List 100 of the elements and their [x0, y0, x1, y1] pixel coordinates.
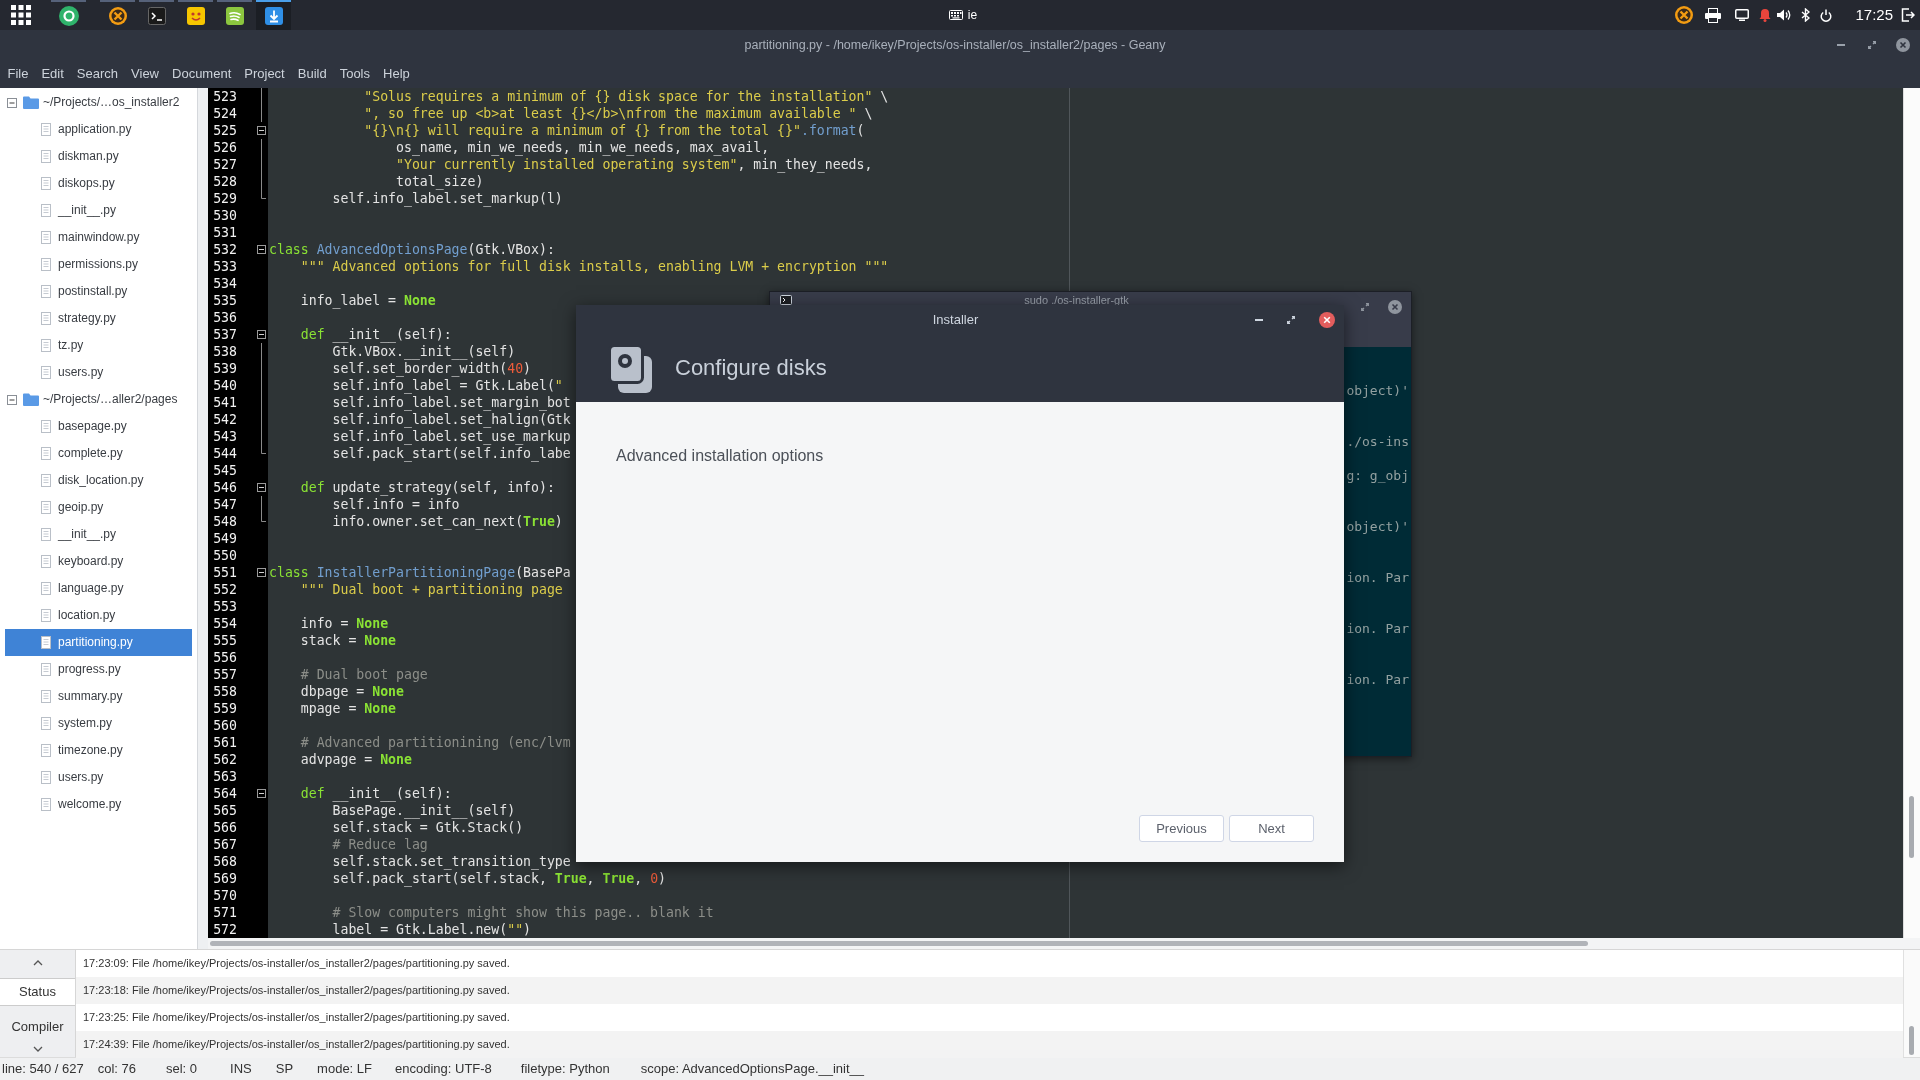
line-number: 572 [213, 921, 237, 938]
file-icon [41, 771, 51, 784]
file-icon [41, 501, 51, 514]
status-text: mode: LF [317, 1061, 372, 1077]
file-icon [41, 582, 51, 595]
file-tree-item[interactable]: language.py [5, 575, 192, 602]
file-tree-item[interactable]: summary.py [5, 683, 192, 710]
file-tree-item[interactable]: diskman.py [5, 143, 192, 170]
menu-item[interactable]: Edit [34, 66, 71, 82]
fold-toggle-icon[interactable] [257, 330, 266, 339]
folder-tree-item[interactable]: ~/Projects/…aller2/pages [5, 386, 192, 413]
terminal-output-line: ion. Par [1346, 671, 1409, 688]
scrollbar-thumb[interactable] [1909, 796, 1914, 858]
file-tree-item[interactable]: __init__.py [5, 197, 192, 224]
code-line: dbpage = None [300, 684, 404, 699]
menu-item[interactable]: Project [237, 66, 292, 82]
dialog-button[interactable]: Next [1229, 815, 1314, 842]
cross-app-icon[interactable] [1675, 6, 1694, 24]
code-line: class AdvancedOptionsPage(Gtk.VBox): [269, 242, 555, 257]
bluetooth-icon[interactable] [1801, 8, 1811, 22]
dialog-button[interactable]: Previous [1139, 815, 1224, 842]
fold-toggle-icon[interactable] [257, 126, 266, 135]
code-line: """ Advanced options for full disk installs, enabling LVM + encryption """ [300, 259, 889, 274]
file-tree-item[interactable]: tz.py [5, 332, 192, 359]
folder-tree-item[interactable]: ~/Projects/…os_installer2 [5, 89, 192, 116]
printer-icon[interactable] [1705, 7, 1722, 23]
file-tree-item[interactable]: welcome.py [5, 791, 192, 818]
monitor-icon[interactable] [1735, 9, 1750, 21]
expander-icon[interactable] [7, 97, 17, 108]
menu-item[interactable]: Build [291, 66, 334, 82]
maximize-icon[interactable] [1287, 316, 1295, 324]
code-line: self.pack_start(self.stack, True, True, 0) [332, 871, 667, 886]
menu-item[interactable]: Search [70, 66, 125, 82]
file-tree-item[interactable]: users.py [5, 359, 192, 386]
menu-item[interactable]: File [1, 66, 35, 82]
file-icon [41, 366, 51, 379]
file-icon [41, 636, 51, 649]
code-line: mpage = None [300, 701, 397, 716]
file-tree-item[interactable]: geoip.py [5, 494, 192, 521]
line-number: 553 [213, 598, 237, 615]
chevron-down-icon[interactable] [32, 1046, 43, 1052]
fold-toggle-icon[interactable] [257, 483, 266, 492]
file-tree-item[interactable]: keyboard.py [5, 548, 192, 575]
chevron-up-icon[interactable] [32, 960, 43, 966]
file-tree-item[interactable]: location.py [5, 602, 192, 629]
status-text: filetype: Python [520, 1061, 610, 1077]
page-heading: Configure disks [675, 355, 827, 382]
file-tree-item[interactable]: application.py [5, 116, 192, 143]
file-tree-item[interactable]: mainwindow.py [5, 224, 192, 251]
file-tree-item[interactable]: complete.py [5, 440, 192, 467]
file-tree-item[interactable]: disk_location.py [5, 467, 192, 494]
file-tree-item[interactable]: timezone.py [5, 737, 192, 764]
file-tree-item[interactable]: users.py [5, 764, 192, 791]
file-tree-item[interactable]: __init__.py [5, 521, 192, 548]
file-tree-item[interactable]: postinstall.py [5, 278, 192, 305]
file-icon [41, 285, 51, 298]
fold-toggle-icon[interactable] [257, 568, 266, 577]
menu-item[interactable]: Document [165, 66, 238, 82]
dock-item[interactable] [256, 0, 291, 30]
speaker-icon[interactable] [1777, 9, 1792, 21]
apps-grid-icon[interactable] [11, 5, 31, 25]
file-tree-item[interactable]: basepage.py [5, 413, 192, 440]
menu-item[interactable]: Help [376, 66, 417, 82]
maximize-icon[interactable] [1361, 303, 1369, 311]
fold-toggle-icon[interactable] [257, 789, 266, 798]
power-icon[interactable] [1820, 8, 1833, 22]
maximize-icon[interactable] [1868, 41, 1876, 49]
file-tree-item[interactable]: strategy.py [5, 305, 192, 332]
clock-label[interactable]: 17:25 [1855, 6, 1893, 24]
line-number: 540 [213, 377, 237, 394]
file-tree-item[interactable]: partitioning.py [5, 629, 192, 656]
bell-icon[interactable] [1759, 8, 1772, 22]
line-number: 526 [213, 139, 237, 156]
scrollbar-thumb[interactable] [1909, 1026, 1914, 1055]
file-tree-item[interactable]: diskops.py [5, 170, 192, 197]
terminal-output-line: object)' [1346, 518, 1409, 535]
line-number: 551 [213, 564, 237, 581]
file-tree-item[interactable]: system.py [5, 710, 192, 737]
panel-tab[interactable]: Status [0, 978, 75, 1006]
keyboard-layout-label[interactable]: ie [967, 7, 978, 23]
code-line: "{}\n{} will require a minimum of {} from the total {}".format( [364, 123, 865, 138]
menu-item[interactable]: View [124, 66, 166, 82]
logout-icon[interactable] [1901, 8, 1915, 22]
panel-tab[interactable]: Compiler [0, 1013, 75, 1041]
keyboard-icon[interactable] [948, 10, 963, 20]
file-tree-item[interactable]: progress.py [5, 656, 192, 683]
file-tree-item[interactable]: permissions.py [5, 251, 192, 278]
download-icon [264, 7, 283, 25]
code-line: self.info_label.set_margin_bot [332, 395, 571, 410]
scrollbar-thumb[interactable] [210, 941, 1588, 946]
fold-toggle-icon[interactable] [257, 245, 266, 254]
line-number: 563 [213, 768, 237, 785]
line-number: 530 [213, 207, 237, 224]
code-line: self.set_border_width(40) [332, 361, 532, 376]
expander-icon[interactable] [7, 394, 17, 405]
line-number: 561 [213, 734, 237, 751]
line-number: 568 [213, 853, 237, 870]
status-text: col: 76 [97, 1061, 136, 1077]
close-icon[interactable] [1319, 312, 1335, 328]
menu-item[interactable]: Tools [333, 66, 377, 82]
